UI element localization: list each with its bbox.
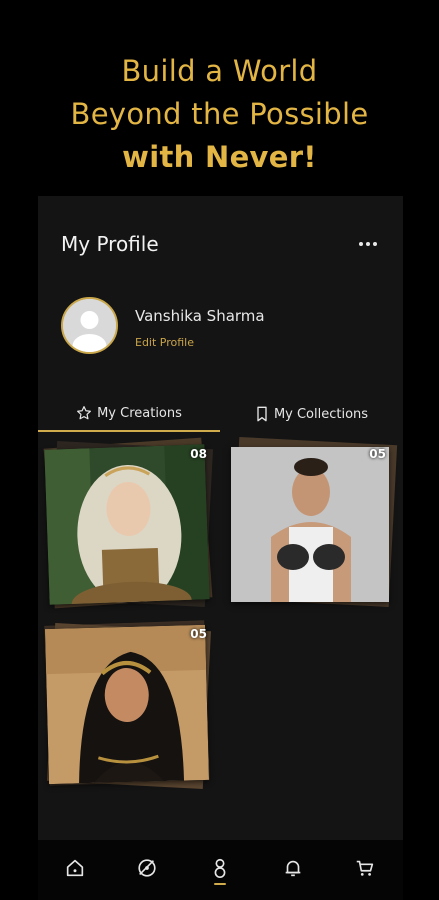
bottom-navigation: [38, 840, 403, 900]
creation-count: 08: [190, 447, 207, 461]
profile-tabs: My Creations My Collections: [38, 396, 403, 432]
bookmark-icon: [257, 406, 267, 422]
profile-icon: [214, 858, 226, 878]
explore-icon: [138, 859, 156, 877]
promo-headline: Build a World Beyond the Possible with N…: [0, 50, 439, 179]
creation-count: 05: [190, 627, 207, 641]
creation-image-bride: [44, 624, 210, 785]
tab-my-creations-label: My Creations: [97, 405, 182, 421]
profile-summary: Vanshika Sharma Edit Profile: [61, 297, 381, 357]
page-title: My Profile: [61, 232, 159, 256]
edit-profile-link[interactable]: Edit Profile: [135, 336, 194, 349]
nav-profile[interactable]: [206, 854, 234, 882]
cart-icon: [356, 860, 374, 876]
creation-card[interactable]: 05: [230, 436, 398, 608]
creation-card[interactable]: 08: [43, 437, 214, 609]
headline-line-1: Build a World: [121, 54, 318, 88]
more-horizontal-icon[interactable]: [356, 232, 380, 256]
user-name: Vanshika Sharma: [135, 307, 265, 325]
headline-line-3: with Never!: [122, 140, 317, 174]
nav-explore[interactable]: [133, 854, 161, 882]
star-icon: [77, 406, 92, 420]
tab-my-collections[interactable]: My Collections: [220, 396, 403, 432]
default-avatar-icon: [63, 299, 116, 352]
nav-cart[interactable]: [351, 854, 379, 882]
home-icon: [66, 859, 84, 877]
creation-image-elf: [44, 444, 210, 605]
top-bar: My Profile: [38, 196, 403, 291]
app-screen: My Profile Vanshika Sharma Edit Profile …: [38, 196, 403, 900]
nav-home[interactable]: [61, 854, 89, 882]
avatar[interactable]: [61, 297, 118, 354]
creation-card[interactable]: 05: [43, 620, 213, 789]
active-tab-indicator: [214, 883, 226, 885]
headline-line-2: Beyond the Possible: [70, 97, 369, 131]
creations-grid: 08 05 05: [38, 436, 403, 791]
creation-count: 05: [369, 447, 386, 461]
tab-my-creations[interactable]: My Creations: [38, 396, 220, 432]
tab-my-collections-label: My Collections: [273, 406, 369, 422]
nav-notifications[interactable]: [279, 854, 307, 882]
bell-icon: [285, 860, 301, 877]
creation-image-boxer: [231, 447, 389, 602]
